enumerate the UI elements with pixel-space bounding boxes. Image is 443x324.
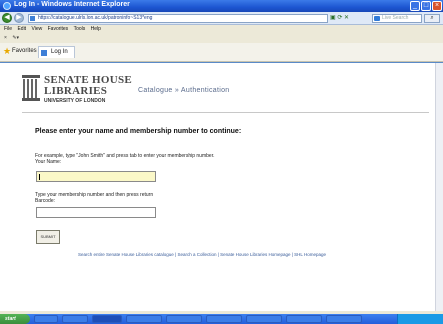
taskbar-item[interactable] <box>126 315 162 323</box>
taskbar-item[interactable] <box>92 315 122 323</box>
taskbar-item[interactable] <box>246 315 282 323</box>
favorites-star-icon[interactable]: ★ <box>3 47 11 56</box>
start-button[interactable]: start <box>0 314 30 324</box>
close-button[interactable]: × <box>432 1 442 11</box>
menu-help[interactable]: Help <box>91 26 101 32</box>
vertical-scrollbar[interactable] <box>435 63 443 311</box>
internet-explorer-icon <box>3 2 11 10</box>
menu-view[interactable]: View <box>31 26 42 32</box>
barcode-label: Barcode: <box>35 198 56 204</box>
browser-window: Log In - Windows Internet Explorer _ □ ×… <box>0 0 443 324</box>
close-toolbar-icon[interactable]: × <box>4 35 7 41</box>
menu-edit[interactable]: Edit <box>17 26 26 32</box>
taskbar: start <box>0 314 443 324</box>
footer-links[interactable]: Search entire Senate House Libraries cat… <box>78 252 326 257</box>
back-button[interactable]: ◀ <box>2 13 12 23</box>
breadcrumb: Catalogue » Authentication <box>138 87 230 94</box>
favorites-label[interactable]: Favorites <box>12 48 37 54</box>
page-icon <box>30 16 35 21</box>
toolbar-dropdown-icon[interactable]: ✎▾ <box>12 35 19 41</box>
taskbar-item[interactable] <box>166 315 202 323</box>
name-label: Your Name: <box>35 159 62 165</box>
text-caret <box>39 174 40 180</box>
menu-file[interactable]: File <box>4 26 12 32</box>
name-hint: For example, type "John Smith" and press… <box>35 153 215 159</box>
header-divider <box>22 112 429 113</box>
search-button[interactable]: ⌕ <box>424 14 440 23</box>
title-bar: Log In - Windows Internet Explorer _ □ × <box>0 0 443 12</box>
menu-favorites[interactable]: Favorites <box>48 26 69 32</box>
logo-line-2: LIBRARIES <box>44 85 108 97</box>
tab-log-in[interactable]: Log In <box>38 46 75 58</box>
address-toolbar-icons[interactable]: ▣ ⟳ ✕ <box>330 14 349 23</box>
url-text: https://catalogue.ulrls.lon.ac.uk/patron… <box>38 15 153 21</box>
window-title: Log In - Windows Internet Explorer <box>14 1 130 8</box>
taskbar-item[interactable] <box>286 315 322 323</box>
tab-label: Log In <box>51 49 68 55</box>
taskbar-item[interactable] <box>34 315 58 323</box>
search-placeholder: Live Search <box>382 15 409 21</box>
login-prompt: Please enter your name and membership nu… <box>35 128 242 135</box>
favorites-bar: ★ Favorites Log In <box>0 43 443 62</box>
taskbar-item[interactable] <box>206 315 242 323</box>
submit-button[interactable]: SUBMIT <box>36 230 60 244</box>
page-content: SENATE HOUSE LIBRARIES UNIVERSITY OF LON… <box>0 63 443 311</box>
senate-house-logo[interactable]: SENATE HOUSE LIBRARIES UNIVERSITY OF LON… <box>22 72 132 108</box>
menu-bar: File Edit View Favorites Tools Help <box>0 25 443 34</box>
taskbar-item[interactable] <box>326 315 362 323</box>
logo-line-3: UNIVERSITY OF LONDON <box>44 98 106 104</box>
url-input[interactable]: https://catalogue.ulrls.lon.ac.uk/patron… <box>28 14 328 23</box>
minimize-button[interactable]: _ <box>410 1 420 11</box>
system-tray[interactable] <box>397 314 443 324</box>
page-icon <box>41 50 47 56</box>
forward-button[interactable]: ▶ <box>14 13 24 23</box>
links-bar: × ✎▾ <box>0 34 443 43</box>
barcode-field[interactable] <box>36 207 156 218</box>
menu-tools[interactable]: Tools <box>74 26 86 32</box>
live-search-icon <box>374 16 380 21</box>
building-icon <box>22 75 40 101</box>
search-input[interactable]: Live Search <box>372 14 422 23</box>
address-bar: ◀ ▶ https://catalogue.ulrls.lon.ac.uk/pa… <box>0 12 443 25</box>
taskbar-item[interactable] <box>62 315 88 323</box>
name-field[interactable] <box>36 171 156 182</box>
maximize-button[interactable]: □ <box>421 1 431 11</box>
